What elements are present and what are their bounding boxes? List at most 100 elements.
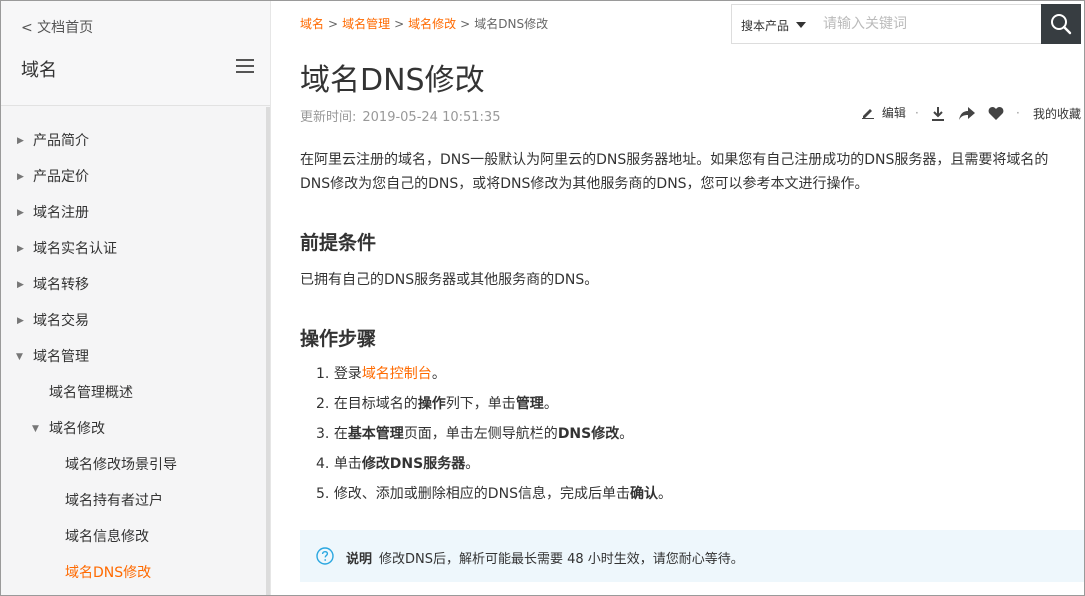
search-scope-dropdown[interactable]: 搜本产品 <box>731 4 812 44</box>
step-text: 在目标域名的 <box>333 396 418 412</box>
main-content: 域名>域名管理>域名修改>域名DNS修改 搜本产品 域名DNS修改 更新时间:2… <box>300 0 1085 596</box>
download-icon <box>932 107 944 121</box>
chevron-down-icon: ▼ <box>16 352 23 362</box>
sidebar-item-real-name-auth[interactable]: ▶ 域名实名认证 <box>1 231 267 267</box>
step-text: 。 <box>543 396 558 412</box>
download-button[interactable] <box>930 106 946 125</box>
domain-console-link[interactable]: 域名控制台 <box>362 366 432 382</box>
sidebar-item-label: 域名持有者过户 <box>65 493 163 509</box>
step-bold-text: 基本管理 <box>347 426 404 442</box>
search-scope-label: 搜本产品 <box>741 19 790 33</box>
chevron-right-icon: ▶ <box>17 136 24 146</box>
sidebar-item-registration[interactable]: ▶ 域名注册 <box>1 195 267 231</box>
sidebar-item-product-intro[interactable]: ▶ 产品简介 <box>1 123 267 159</box>
step-text: 。 <box>619 426 634 442</box>
caret-down-icon <box>796 22 806 28</box>
sidebar-title: 域名 <box>21 60 57 81</box>
sidebar-item-label: 产品简介 <box>33 133 89 149</box>
step-text: 。 <box>657 486 672 502</box>
sidebar-item-holder-transfer[interactable]: 域名持有者过户 <box>1 483 267 519</box>
edit-button[interactable]: 编辑 <box>861 104 906 121</box>
step-bold-text: DNS修改 <box>557 426 620 442</box>
sidebar-item-transfer[interactable]: ▶ 域名转移 <box>1 267 267 303</box>
step-bold-text: 管理 <box>515 396 544 412</box>
note-label: 说明 <box>346 552 373 567</box>
step-bold-text: 操作 <box>417 396 446 412</box>
step-number: 5. <box>316 486 330 502</box>
breadcrumb-link-modification[interactable]: 域名修改 <box>408 17 456 31</box>
list-item: 5. 修改、添加或删除相应的DNS信息，完成后单击确认。 <box>316 482 672 512</box>
chevron-down-icon: ▼ <box>32 424 39 434</box>
list-item: 4. 单击修改DNS服务器。 <box>316 452 672 482</box>
sidebar-item-label: 域名DNS修改 <box>65 565 152 581</box>
step-text: 页面，单击左侧导航栏的 <box>403 426 558 442</box>
update-time-value: 2019-05-24 10:51:35 <box>362 110 501 125</box>
search-button[interactable] <box>1041 4 1081 44</box>
prereq-heading: 前提条件 <box>300 232 377 254</box>
sidebar-item-modification[interactable]: ▼ 域名修改 <box>1 411 267 447</box>
sidebar-item-dns-modification[interactable]: 域名DNS修改 <box>1 555 267 591</box>
chevron-right-icon: ▶ <box>17 244 24 254</box>
edit-label: 编辑 <box>881 106 906 120</box>
separator-dot: · <box>915 106 919 120</box>
intro-paragraph: 在阿里云注册的域名，DNS一般默认为阿里云的DNS服务器地址。如果您有自己注册成… <box>300 152 1049 192</box>
chevron-right-icon: ▶ <box>17 280 24 290</box>
breadcrumb-current: 域名DNS修改 <box>474 17 549 31</box>
sidebar-item-management[interactable]: ▼ 域名管理 <box>1 339 267 375</box>
step-text: 登录 <box>333 366 362 382</box>
sidebar-item-label: 域名实名认证 <box>33 241 117 257</box>
page-title: 域名DNS修改 <box>300 63 485 98</box>
sidebar-item-modification-guide[interactable]: 域名修改场景引导 <box>1 447 267 483</box>
breadcrumb: 域名 > 域名管理 > 域名修改 > 域名DNS修改 <box>300 15 548 32</box>
sidebar-item-label: 域名修改场景引导 <box>65 457 177 473</box>
sidebar-item-label: 域名修改 <box>49 421 105 437</box>
note-callout: 说明 修改DNS后，解析可能最长需要 48 小时生效，请您耐心等待。 <box>300 530 1085 582</box>
step-number: 1. <box>316 366 330 382</box>
note-text: 修改DNS后，解析可能最长需要 48 小时生效，请您耐心等待。 <box>379 552 744 567</box>
hamburger-menu-icon[interactable] <box>236 59 254 73</box>
breadcrumb-link-domain[interactable]: 域名 <box>300 17 324 31</box>
step-text: 。 <box>431 366 446 382</box>
step-text: 。 <box>465 456 480 472</box>
chevron-right-icon: ▶ <box>17 172 24 182</box>
sidebar-item-info-modification[interactable]: 域名信息修改 <box>1 519 267 555</box>
edit-pen-icon <box>862 109 874 119</box>
chevron-right-icon: ▶ <box>17 316 24 326</box>
my-favorites-link[interactable]: 我的收藏 <box>1033 105 1081 122</box>
sidebar-item-label: 域名交易 <box>33 313 89 329</box>
back-to-docs-home-link[interactable]: < 文档首页 <box>21 17 93 37</box>
steps-heading: 操作步骤 <box>300 328 377 350</box>
sidebar-item-management-overview[interactable]: 域名管理概述 <box>1 375 267 411</box>
share-icon <box>959 107 975 120</box>
step-text: 修改、添加或删除相应的DNS信息，完成后单击 <box>333 486 630 502</box>
sidebar-scrollbar[interactable] <box>266 107 270 595</box>
step-bold-text: 确认 <box>629 486 658 502</box>
sidebar-item-label: 域名管理 <box>33 349 89 365</box>
favorite-heart-button[interactable] <box>988 106 1004 124</box>
breadcrumb-separator: > <box>460 17 471 31</box>
list-item: 1. 登录域名控制台。 <box>316 362 672 392</box>
heart-icon <box>988 107 1004 120</box>
separator-dot: · <box>1016 106 1020 120</box>
share-button[interactable] <box>958 106 976 125</box>
step-number: 2. <box>316 396 330 412</box>
sidebar-item-trade[interactable]: ▶ 域名交易 <box>1 303 267 339</box>
update-time: 更新时间: 2019-05-24 10:51:35 <box>300 106 500 125</box>
sidebar-item-label: 域名注册 <box>33 205 89 221</box>
breadcrumb-separator: > <box>328 17 339 31</box>
sidebar-header: < 文档首页 域名 <box>1 1 270 106</box>
sidebar-nav: ▶ 产品简介 ▶ 产品定价 ▶ 域名注册 ▶ 域名实名认证 ▶ 域名转移 ▶ 域… <box>1 123 267 591</box>
sidebar-item-label: 域名转移 <box>33 277 89 293</box>
sidebar-item-label: 域名管理概述 <box>49 385 133 401</box>
search-bar: 搜本产品 <box>731 4 1081 44</box>
chevron-right-icon: ▶ <box>17 208 24 218</box>
sidebar-item-label: 域名信息修改 <box>65 529 149 545</box>
steps-list: 1. 登录域名控制台。 2. 在目标域名的操作列下，单击管理。 3. 在基本管理… <box>316 362 672 512</box>
prereq-text: 已拥有自己的DNS服务器或其他服务商的DNS。 <box>300 272 599 288</box>
breadcrumb-link-management[interactable]: 域名管理 <box>342 17 390 31</box>
sidebar-item-pricing[interactable]: ▶ 产品定价 <box>1 159 267 195</box>
step-number: 3. <box>316 426 330 442</box>
step-text: 单击 <box>333 456 362 472</box>
list-item: 2. 在目标域名的操作列下，单击管理。 <box>316 392 672 422</box>
search-input[interactable] <box>811 4 1064 44</box>
